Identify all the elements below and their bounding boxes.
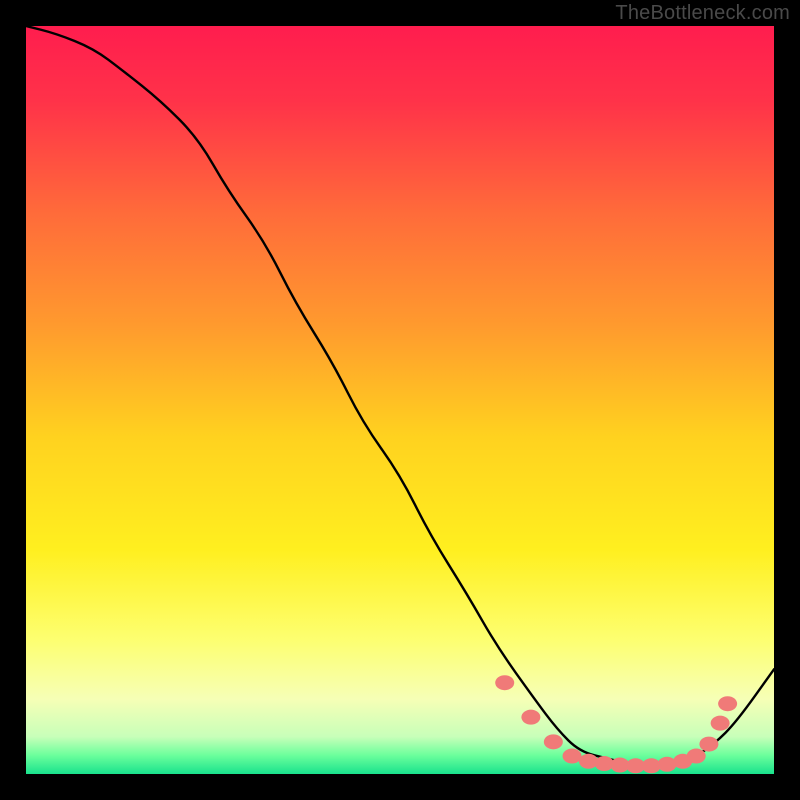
marker-dot [521, 710, 540, 725]
marker-dot [687, 749, 706, 764]
marker-dot [544, 734, 563, 749]
marker-dot [718, 696, 737, 711]
gradient-background [26, 26, 774, 774]
watermark-text: TheBottleneck.com [615, 2, 790, 25]
marker-dot [699, 737, 718, 752]
plot-svg [26, 26, 774, 774]
chart-stage: TheBottleneck.com [0, 0, 800, 800]
plot-area [26, 26, 774, 774]
marker-dot [711, 716, 730, 731]
marker-dot [563, 749, 582, 764]
marker-dot [495, 675, 514, 690]
